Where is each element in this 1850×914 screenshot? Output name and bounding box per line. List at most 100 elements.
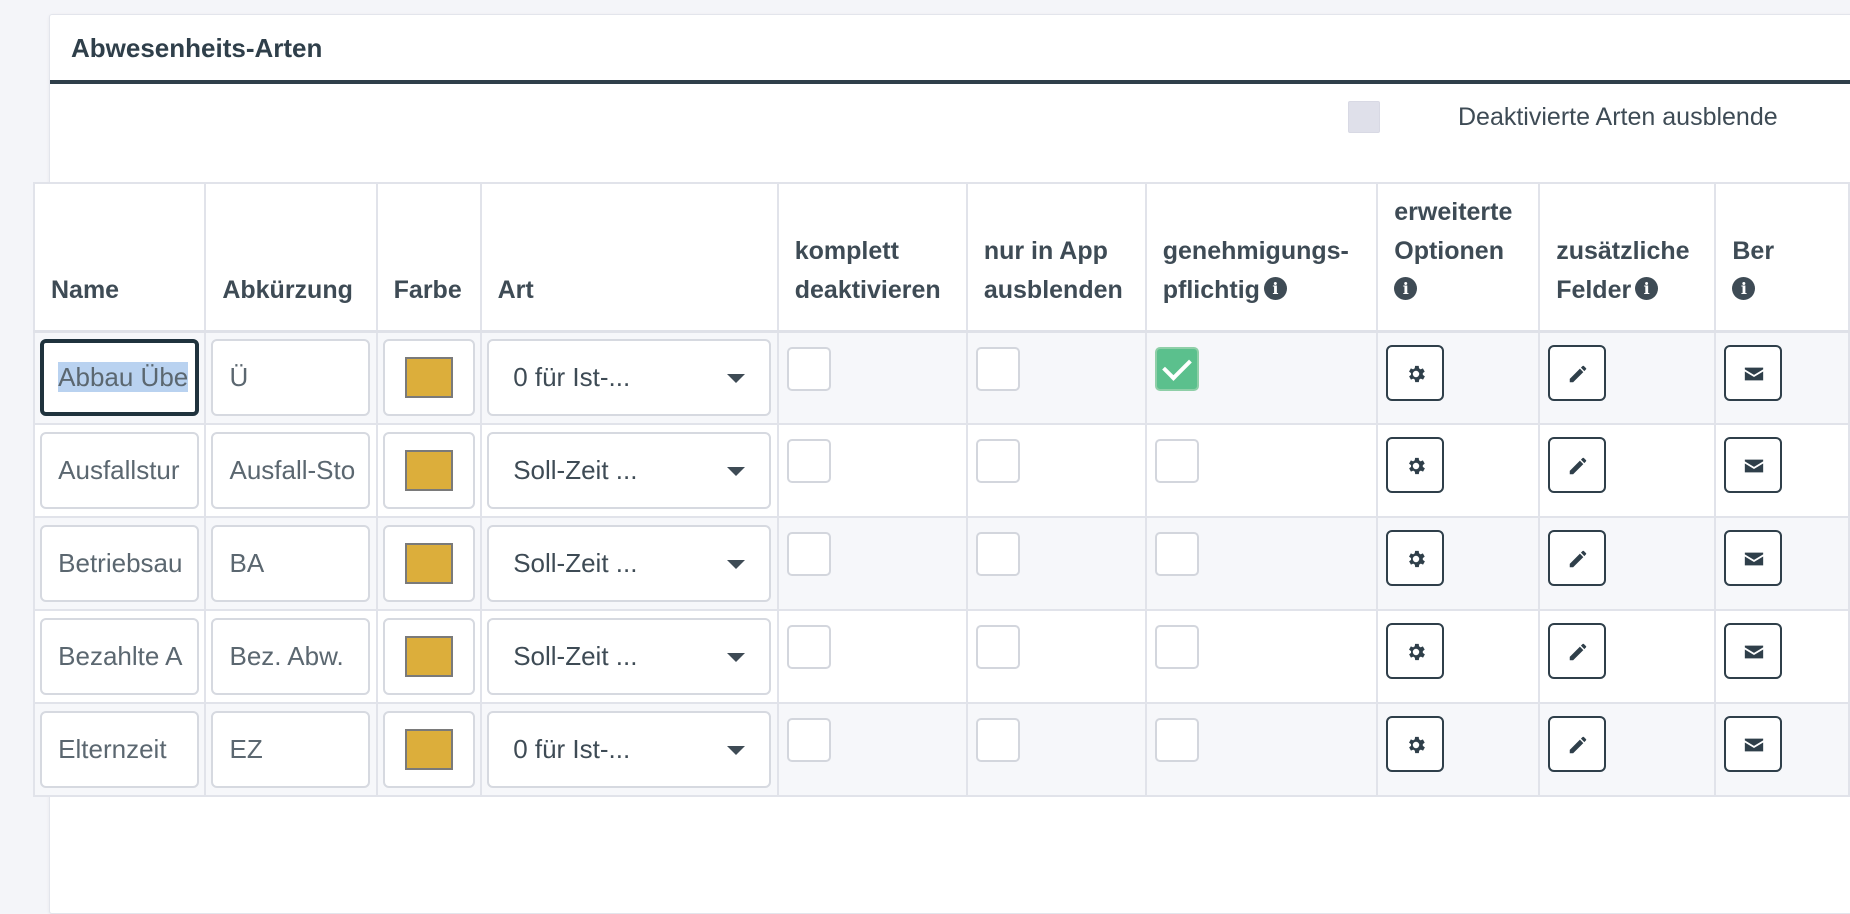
type-select[interactable]: Soll-Zeit ... — [487, 432, 772, 509]
column-header-notification: Ber i — [1714, 182, 1850, 332]
abbreviation-input[interactable]: BA — [211, 525, 371, 602]
column-header-extended-options: erweiterte Optionen i — [1376, 182, 1541, 332]
notification-button[interactable] — [1724, 437, 1783, 493]
color-picker[interactable] — [382, 618, 475, 695]
abbreviation-input[interactable]: EZ — [211, 711, 371, 788]
hide-deactivated-label: Deaktivierte Arten ausblende — [1458, 102, 1778, 131]
color-swatch — [404, 450, 453, 491]
extended-options-button[interactable] — [1386, 344, 1445, 401]
approval-checkbox[interactable] — [1154, 718, 1199, 762]
extended-options-button[interactable] — [1386, 437, 1445, 493]
extra-fields-button[interactable] — [1548, 716, 1607, 772]
extended-options-button[interactable] — [1386, 623, 1445, 679]
pencil-icon — [1569, 457, 1587, 475]
gear-icon — [1409, 550, 1426, 568]
notification-button[interactable] — [1724, 530, 1783, 586]
extra-fields-button[interactable] — [1548, 344, 1607, 401]
pencil-icon — [1569, 643, 1587, 661]
hide-in-app-checkbox[interactable] — [975, 532, 1020, 576]
extended-options-button[interactable] — [1386, 716, 1445, 772]
table-header-row: Name Abkürzung Farbe Art komplett deaktiv… — [32, 182, 1850, 332]
name-input[interactable]: Elternzeit — [40, 711, 200, 788]
notification-button[interactable] — [1724, 623, 1783, 679]
info-icon[interactable]: i — [1732, 277, 1756, 301]
panel-header: Abwesenheits-Arten — [50, 15, 1850, 84]
gear-icon — [1409, 457, 1426, 475]
type-select[interactable]: Soll-Zeit ... — [487, 618, 772, 695]
hide-in-app-checkbox[interactable] — [975, 625, 1020, 669]
deactivate-checkbox[interactable] — [786, 718, 831, 762]
caret-down-icon — [727, 653, 746, 662]
gear-icon — [1409, 736, 1426, 754]
info-icon[interactable]: i — [1635, 277, 1659, 301]
hide-in-app-checkbox[interactable] — [975, 439, 1020, 483]
approval-checkbox[interactable] — [1154, 439, 1199, 483]
abbreviation-input[interactable]: Bez. Abw. — [211, 618, 371, 695]
name-input[interactable]: Bezahlte A — [40, 618, 200, 695]
abbreviation-input[interactable]: Ü — [211, 339, 371, 417]
color-picker[interactable] — [382, 711, 475, 788]
type-select[interactable]: 0 für Ist-... — [487, 711, 772, 788]
notification-button[interactable] — [1724, 716, 1783, 772]
table-row: Ausfallstur Ausfall-Sto Soll-Zeit ... — [32, 423, 1850, 518]
column-header-name: Name — [32, 182, 207, 332]
extra-fields-button[interactable] — [1548, 623, 1607, 679]
table-row: Betriebsau BA Soll-Zeit ... — [32, 516, 1850, 611]
table-row: Abbau Übe Ü 0 für Ist-... — [32, 330, 1850, 425]
column-header-extra-fields: zusätzliche Felder i — [1538, 182, 1717, 332]
info-icon[interactable]: i — [1394, 277, 1418, 301]
color-picker[interactable] — [382, 339, 475, 417]
info-icon[interactable]: i — [1263, 277, 1287, 301]
hide-in-app-checkbox[interactable] — [975, 718, 1020, 762]
column-header-abbreviation: Abkürzung — [204, 182, 378, 332]
column-header-deactivate: komplett deaktivieren — [776, 182, 968, 332]
color-swatch — [404, 636, 453, 677]
caret-down-icon — [727, 467, 746, 476]
caret-down-icon — [727, 374, 746, 384]
envelope-icon — [1745, 552, 1764, 566]
extra-fields-button[interactable] — [1548, 437, 1607, 493]
deactivate-checkbox[interactable] — [786, 439, 831, 483]
notification-button[interactable] — [1724, 344, 1783, 401]
caret-down-icon — [727, 560, 746, 569]
type-select[interactable]: Soll-Zeit ... — [487, 525, 772, 602]
color-swatch — [404, 543, 453, 584]
absence-types-table: Name Abkürzung Farbe Art komplett deaktiv… — [32, 182, 1850, 797]
name-input[interactable]: Betriebsau — [40, 525, 200, 602]
table-row: Elternzeit EZ 0 für Ist-... — [32, 702, 1850, 797]
envelope-icon — [1745, 367, 1764, 380]
extra-fields-button[interactable] — [1548, 530, 1607, 586]
caret-down-icon — [727, 746, 746, 755]
type-select[interactable]: 0 für Ist-... — [487, 339, 772, 417]
extended-options-button[interactable] — [1386, 530, 1445, 586]
approval-checkbox[interactable] — [1154, 625, 1199, 669]
abbreviation-input[interactable]: Ausfall-Sto — [211, 432, 371, 509]
column-header-approval: genehmigungs-pflichtig i — [1144, 182, 1379, 332]
color-picker[interactable] — [382, 432, 475, 509]
envelope-icon — [1745, 459, 1764, 473]
pencil-icon — [1569, 550, 1587, 568]
color-swatch — [404, 357, 453, 399]
name-input[interactable]: Abbau Übe — [40, 339, 200, 417]
hide-in-app-checkbox[interactable] — [975, 346, 1020, 391]
hide-deactivated-filter: Deaktivierte Arten ausblende — [1348, 101, 1778, 133]
table-row: Bezahlte A Bez. Abw. Soll-Zeit ... — [32, 609, 1850, 704]
gear-icon — [1409, 643, 1426, 661]
deactivate-checkbox[interactable] — [786, 625, 831, 669]
column-header-type: Art — [479, 182, 779, 332]
envelope-icon — [1745, 645, 1764, 659]
approval-checkbox[interactable] — [1154, 532, 1199, 576]
approval-checkbox[interactable] — [1154, 346, 1199, 391]
hide-deactivated-checkbox[interactable] — [1348, 101, 1380, 133]
gear-icon — [1409, 365, 1426, 382]
column-header-color: Farbe — [375, 182, 482, 332]
panel-title: Abwesenheits-Arten — [71, 33, 323, 63]
deactivate-checkbox[interactable] — [786, 346, 831, 391]
name-input[interactable]: Ausfallstur — [40, 432, 200, 509]
envelope-icon — [1745, 738, 1764, 752]
color-swatch — [404, 729, 453, 770]
pencil-icon — [1569, 736, 1587, 754]
pencil-icon — [1569, 365, 1587, 382]
deactivate-checkbox[interactable] — [786, 532, 831, 576]
color-picker[interactable] — [382, 525, 475, 602]
